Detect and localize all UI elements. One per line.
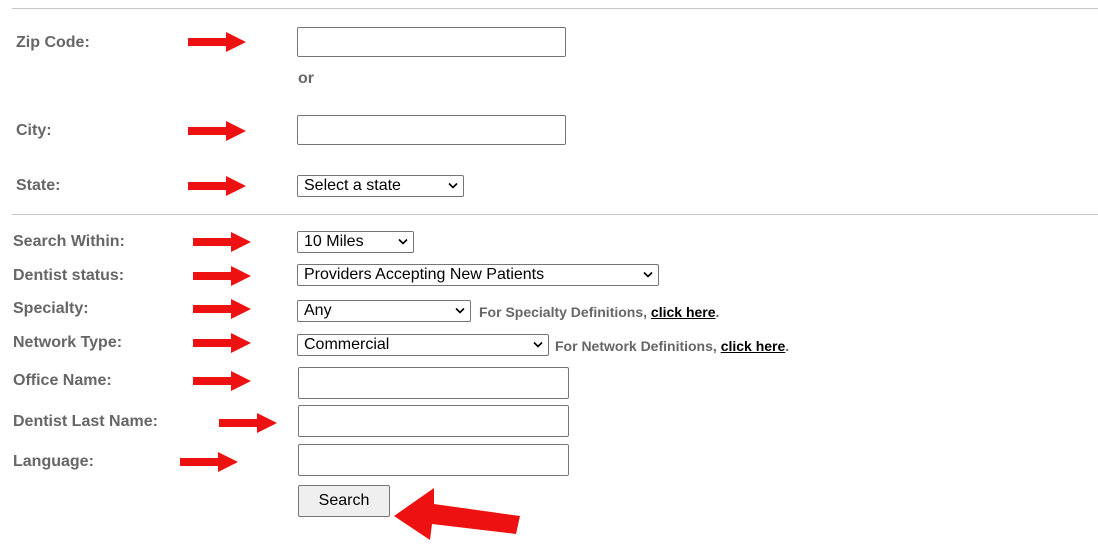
red-arrow-icon [193, 232, 251, 252]
network-definitions-link[interactable]: click here [721, 338, 786, 354]
middle-divider [12, 214, 1098, 215]
dentist-last-name-label: Dentist Last Name: [13, 413, 158, 430]
red-arrow-icon [180, 452, 238, 472]
red-arrow-icon [219, 413, 277, 433]
red-arrow-icon [188, 176, 246, 196]
specialty-value: Any [304, 302, 332, 319]
office-name-label: Office Name: [13, 372, 112, 389]
top-divider [12, 8, 1098, 9]
chevron-down-icon [533, 341, 543, 349]
state-select[interactable]: Select a state [297, 175, 464, 197]
state-select-value: Select a state [304, 177, 401, 194]
search-button[interactable]: Search [298, 485, 390, 517]
city-label: City: [16, 122, 52, 139]
network-type-label: Network Type: [13, 334, 123, 351]
dentist-last-name-input[interactable] [298, 405, 569, 437]
network-note-text: For Network Definitions, [555, 338, 721, 354]
red-arrow-icon [193, 333, 251, 353]
chevron-down-icon [398, 238, 408, 246]
red-arrow-icon [394, 488, 520, 540]
red-arrow-icon [188, 121, 246, 141]
zip-code-input[interactable] [297, 27, 566, 57]
language-input[interactable] [298, 444, 569, 476]
zip-code-label: Zip Code: [16, 34, 90, 51]
chevron-down-icon [455, 307, 465, 315]
search-within-label: Search Within: [13, 233, 125, 250]
state-label: State: [16, 177, 61, 194]
red-arrow-icon [193, 371, 251, 391]
city-input[interactable] [297, 115, 566, 145]
language-label: Language: [13, 453, 94, 470]
red-arrow-icon [193, 299, 251, 319]
or-text: or [298, 70, 314, 87]
red-arrow-icon [193, 266, 251, 286]
specialty-label: Specialty: [13, 300, 89, 317]
chevron-down-icon [448, 182, 458, 190]
office-name-input[interactable] [298, 367, 569, 399]
network-type-value: Commercial [304, 336, 390, 353]
dentist-status-select[interactable]: Providers Accepting New Patients [297, 264, 659, 286]
dentist-status-label: Dentist status: [13, 267, 125, 284]
specialty-definitions-link[interactable]: click here [651, 304, 716, 320]
chevron-down-icon [643, 271, 653, 279]
search-within-select[interactable]: 10 Miles [297, 231, 414, 253]
search-within-value: 10 Miles [304, 233, 364, 250]
dentist-status-value: Providers Accepting New Patients [304, 266, 545, 283]
red-arrow-icon [188, 32, 246, 52]
specialty-note: For Specialty Definitions, click here. [479, 304, 720, 320]
specialty-select[interactable]: Any [297, 300, 471, 322]
network-type-select[interactable]: Commercial [297, 334, 549, 356]
network-note: For Network Definitions, click here. [555, 338, 790, 354]
specialty-note-text: For Specialty Definitions, [479, 304, 651, 320]
